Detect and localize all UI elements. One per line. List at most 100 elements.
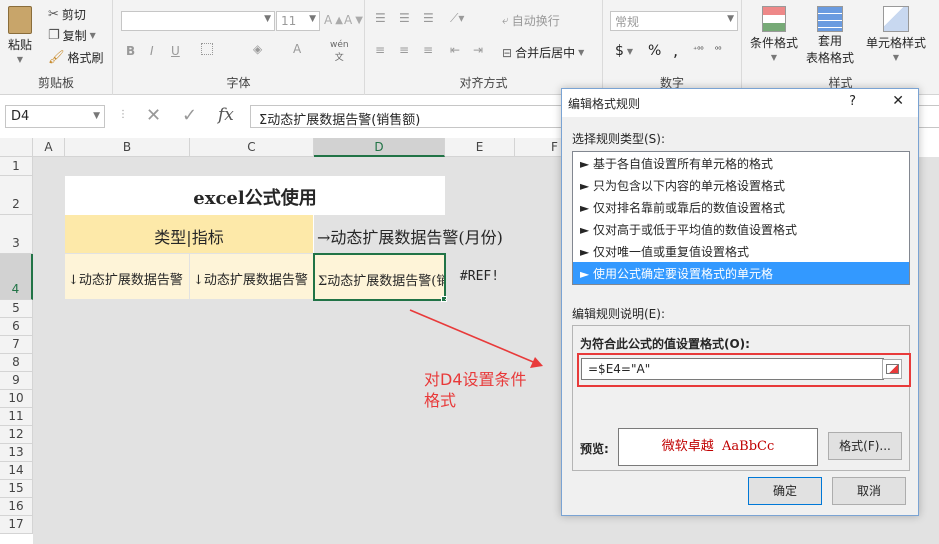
wrap-text-button[interactable]: ⤶ 自动换行 [502, 12, 560, 29]
row-header[interactable]: 5 [0, 300, 33, 318]
conditional-format-button[interactable]: 条件格式 ▼ [750, 6, 798, 62]
close-icon[interactable]: ✕ [892, 93, 904, 109]
align-middle-button[interactable]: ☰ [399, 11, 410, 25]
fill-color-button[interactable]: ◈ [253, 42, 262, 56]
row-header[interactable]: 11 [0, 408, 33, 426]
select-all-corner[interactable] [0, 138, 33, 157]
increase-font-button[interactable]: A ▲ [324, 13, 343, 27]
row-header[interactable]: 12 [0, 426, 33, 444]
font-color-button[interactable]: A [293, 42, 301, 56]
row-dimension-cell[interactable]: ↓动态扩展数据告警 [190, 254, 314, 300]
percent-button[interactable]: % [648, 43, 661, 59]
format-button[interactable]: 格式(F)... [828, 432, 902, 460]
row-header[interactable]: 7 [0, 336, 33, 354]
rule-type-item[interactable]: ► 仅对唯一值或重复值设置格式 [573, 240, 909, 262]
number-group: 常规 ▼ $ ▼ % , ⁺⁰⁰ ⁰⁰ 数字 [603, 0, 742, 95]
increase-decimal-button[interactable]: ⁺⁰⁰ [693, 45, 704, 54]
bold-button[interactable]: B [126, 44, 135, 58]
month-header-cell[interactable]: →动态扩展数据告警(月份) [314, 215, 564, 254]
wrap-icon: ⤶ [502, 13, 509, 27]
font-group-label: 字体 [226, 76, 251, 90]
clipboard-icon [8, 6, 32, 34]
decrease-font-button[interactable]: A ▼ [344, 13, 363, 27]
rule-type-item[interactable]: ► 仅对高于或低于平均值的数值设置格式 [573, 218, 909, 240]
row-header[interactable]: 10 [0, 390, 33, 408]
column-header[interactable]: C [190, 138, 314, 157]
chevron-down-icon: ▼ [309, 14, 316, 24]
chevron-down-icon: ▼ [89, 31, 96, 40]
decrease-indent-button[interactable]: ⇤ [450, 43, 460, 57]
row-header[interactable]: 17 [0, 516, 33, 534]
row-header[interactable]: 3 [0, 215, 33, 254]
row-dimension-cell[interactable]: ↓动态扩展数据告警 [65, 254, 190, 300]
align-top-button[interactable]: ☰ [375, 11, 386, 25]
italic-button[interactable]: I [150, 44, 154, 58]
column-header-selected[interactable]: D [314, 138, 445, 157]
row-header[interactable]: 13 [0, 444, 33, 462]
formula-input-field[interactable]: =$E4="A" [581, 358, 884, 380]
collapse-dialog-button[interactable] [882, 359, 902, 379]
sheet-title-cell[interactable]: excel公式使用 [65, 176, 445, 215]
number-format-select[interactable]: 常规 ▼ [610, 11, 738, 31]
copy-button[interactable]: ❐ 复制 ▼ [48, 27, 96, 44]
row-header-selected[interactable]: 4 [0, 254, 33, 300]
comma-button[interactable]: , [673, 41, 678, 60]
font-group: ▼ 11 ▼ A ▲ A ▼ B I U ◈ A wén 文 字体 [113, 0, 365, 95]
cell-styles-icon [883, 6, 909, 32]
cancel-button[interactable]: 取消 [832, 477, 906, 505]
orientation-button[interactable]: ⟋▾ [450, 11, 464, 26]
row-header[interactable]: 15 [0, 480, 33, 498]
rule-description-panel: 为符合此公式的值设置格式(O): =$E4="A" 预览: 微软卓越 AaBbC… [572, 325, 911, 471]
type-indicator-header-cell[interactable]: 类型|指标 [65, 215, 314, 254]
font-name-select[interactable]: ▼ [121, 11, 275, 31]
row-header[interactable]: 8 [0, 354, 33, 372]
row-header[interactable]: 2 [0, 176, 33, 215]
align-right-button[interactable]: ≡ [423, 43, 433, 57]
cancel-icon[interactable]: ✕ [146, 105, 161, 126]
align-left-button[interactable]: ≡ [375, 43, 385, 57]
fx-icon[interactable]: fx [218, 105, 234, 125]
copy-icon: ❐ [48, 28, 60, 43]
number-format-value: 常规 [615, 14, 640, 29]
phonetic-button[interactable]: wén 文 [330, 40, 349, 63]
annotation-text: 对D4设置条件 格式 [424, 369, 527, 411]
align-bottom-button[interactable]: ☰ [423, 11, 434, 25]
row-header[interactable]: 14 [0, 462, 33, 480]
cell-styles-button[interactable]: 单元格样式 ▼ [866, 6, 926, 62]
row-header[interactable]: 6 [0, 318, 33, 336]
ref-error-cell[interactable]: #REF! [445, 254, 515, 300]
column-header[interactable]: E [445, 138, 515, 157]
column-header[interactable]: A [33, 138, 65, 157]
border-button[interactable] [201, 43, 213, 55]
currency-button[interactable]: $ ▼ [615, 43, 633, 59]
rule-type-item[interactable]: ► 只为包含以下内容的单元格设置格式 [573, 174, 909, 196]
ok-button[interactable]: 确定 [748, 477, 822, 505]
ribbon: 粘贴 ▼ ✂ 剪切 ❐ 复制 ▼ 🖌 格式刷 剪贴板 ▼ 11 ▼ A ▲ A ▼ B I … [0, 0, 939, 95]
increase-indent-button[interactable]: ⇥ [473, 43, 483, 57]
rule-type-item-selected[interactable]: ► 使用公式确定要设置格式的单元格 [573, 262, 909, 284]
merge-center-button[interactable]: ⊟ 合并后居中 ▼ [502, 44, 584, 61]
more-icon: ⋮ [118, 109, 128, 120]
decrease-decimal-button[interactable]: ⁰⁰ [715, 45, 721, 54]
column-header[interactable]: B [65, 138, 190, 157]
rule-type-item[interactable]: ► 基于各自值设置所有单元格的格式 [573, 152, 909, 174]
check-icon[interactable]: ✓ [182, 105, 197, 126]
format-painter-button[interactable]: 🖌 格式刷 [48, 49, 104, 66]
font-size-select[interactable]: 11 ▼ [276, 11, 320, 31]
row-header[interactable]: 16 [0, 498, 33, 516]
row-header[interactable]: 1 [0, 157, 33, 176]
row-header[interactable]: 9 [0, 372, 33, 390]
conditional-format-icon [762, 6, 786, 32]
help-icon[interactable]: ? [849, 94, 856, 109]
active-cell-d4[interactable]: Σ动态扩展数据告警(销售额) [313, 253, 446, 301]
select-rule-type-label: 选择规则类型(S): [572, 132, 666, 146]
rule-type-item[interactable]: ► 仅对排名靠前或靠后的数值设置格式 [573, 196, 909, 218]
name-box[interactable]: D4 ▼ [5, 105, 105, 128]
align-center-button[interactable]: ≡ [399, 43, 409, 57]
border-icon [201, 43, 213, 55]
format-as-table-button[interactable]: 套用 表格格式 [806, 6, 854, 66]
paste-button[interactable]: 粘贴 ▼ [8, 6, 32, 64]
cut-button[interactable]: ✂ 剪切 [48, 6, 86, 23]
underline-button[interactable]: U [171, 44, 180, 58]
rule-type-list[interactable]: ► 基于各自值设置所有单元格的格式 ► 只为包含以下内容的单元格设置格式 ► 仅… [572, 151, 910, 285]
